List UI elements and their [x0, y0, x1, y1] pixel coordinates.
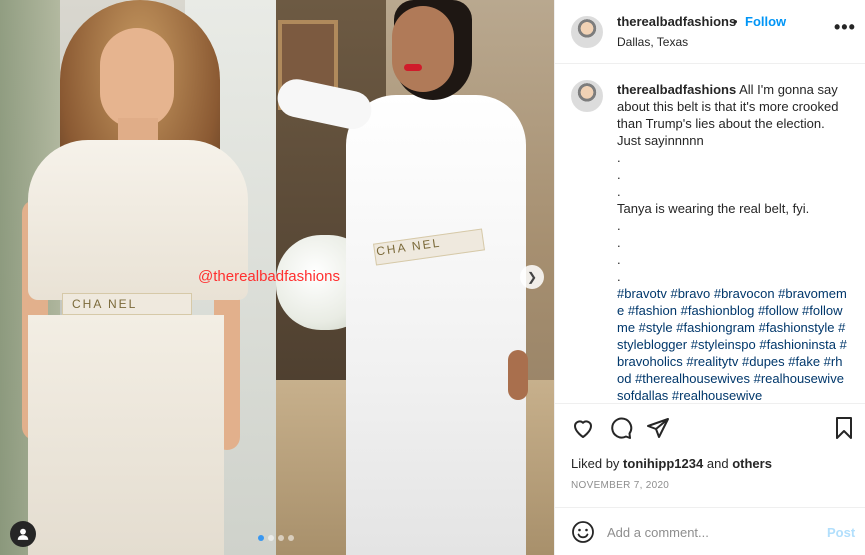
belt-text-left: CHA NEL	[72, 297, 138, 311]
red-lips	[404, 64, 422, 71]
white-gown	[346, 95, 526, 555]
liked-by-prefix: Liked by	[571, 456, 620, 471]
carousel-dot	[288, 535, 294, 541]
liked-by: Liked by tonihipp1234 and others	[571, 456, 772, 471]
caption-line: .	[617, 252, 621, 267]
header-separator: •	[733, 14, 738, 29]
carousel-dot	[258, 535, 264, 541]
like-button[interactable]	[571, 416, 595, 440]
share-button[interactable]	[646, 416, 670, 440]
tagged-users-button[interactable]	[10, 521, 36, 547]
caption-hashtags[interactable]: #bravotv #bravo #bravocon #bravomeme #fa…	[617, 285, 847, 403]
post-comment-button[interactable]: Post	[827, 525, 855, 540]
post-date[interactable]: NOVEMBER 7, 2020	[571, 480, 669, 491]
caption-username[interactable]: therealbadfashions	[617, 82, 736, 97]
caption-line: .	[617, 167, 621, 182]
caption-line: .	[617, 150, 621, 165]
caption-line: .	[617, 235, 621, 250]
woman-face	[100, 28, 174, 128]
emoji-button[interactable]	[571, 520, 595, 544]
comment-button[interactable]	[609, 416, 633, 440]
chevron-right-icon: ❯	[526, 270, 538, 284]
caption-avatar[interactable]	[571, 80, 603, 112]
caption-area: therealbadfashions All I'm gonna say abo…	[555, 64, 865, 404]
caption-line: Tanya is wearing the real belt, fyi.	[617, 201, 810, 216]
carousel-dot	[278, 535, 284, 541]
liked-by-user[interactable]: tonihipp1234	[623, 456, 703, 471]
comment-input[interactable]	[607, 522, 807, 542]
watermark: @therealbadfashions	[198, 268, 340, 285]
liked-by-others[interactable]: others	[732, 456, 772, 471]
carousel-next-button[interactable]: ❯	[520, 265, 544, 289]
avatar[interactable]	[571, 16, 603, 48]
post-sidebar: therealbadfashions • Follow Dallas, Texa…	[554, 0, 865, 555]
caption-line: .	[617, 184, 621, 199]
caption-line: .	[617, 218, 621, 233]
action-bar	[555, 404, 865, 452]
carousel-dots	[258, 535, 294, 541]
more-options-icon[interactable]: •••	[834, 18, 856, 36]
woman-hand	[508, 350, 528, 400]
comment-icon	[611, 417, 633, 439]
header-username[interactable]: therealbadfashions	[617, 14, 736, 29]
smiley-icon	[572, 521, 594, 543]
save-button[interactable]	[832, 416, 856, 440]
post-header: therealbadfashions • Follow Dallas, Texa…	[555, 0, 865, 64]
caption-text: therealbadfashions All I'm gonna say abo…	[617, 81, 847, 403]
follow-button[interactable]: Follow	[745, 14, 786, 29]
location-link[interactable]: Dallas, Texas	[617, 35, 688, 49]
carousel-dot	[268, 535, 274, 541]
caption-line: .	[617, 269, 621, 284]
liked-by-and: and	[706, 456, 729, 471]
paper-plane-icon	[647, 418, 669, 438]
user-tag-icon	[17, 528, 29, 540]
bookmark-icon	[836, 417, 852, 439]
wide-leg-pants	[28, 315, 224, 555]
woman-face	[392, 6, 454, 92]
post-media[interactable]: CHA NEL CHA NEL @therealbadfashions ❯	[0, 0, 554, 555]
comment-box: Post	[555, 507, 865, 555]
heart-icon	[574, 420, 592, 438]
